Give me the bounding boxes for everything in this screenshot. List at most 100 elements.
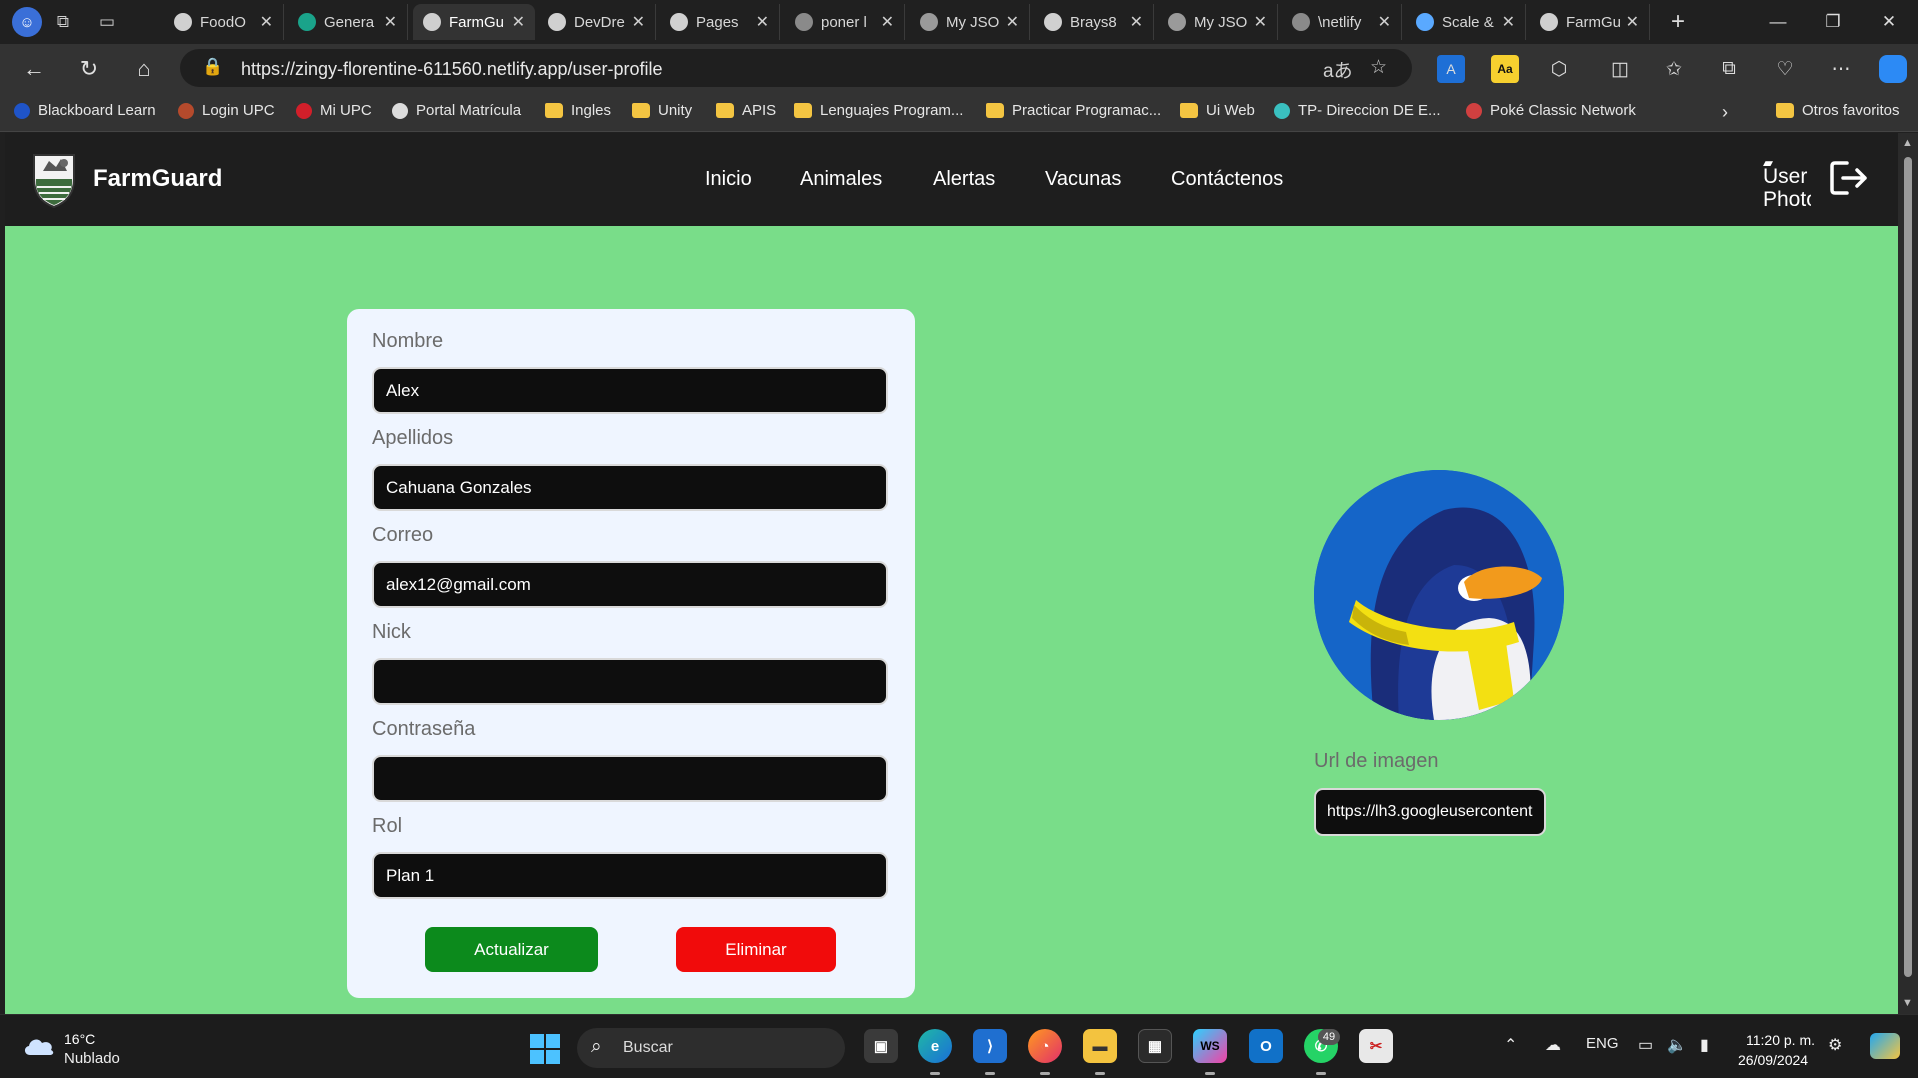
address-bar[interactable]: 🔒 https://zingy-florentine-611560.netlif… [180,49,1412,87]
close-tab-icon[interactable]: ✕ [1378,12,1391,32]
edge-icon[interactable]: e [918,1029,952,1063]
close-tab-icon[interactable]: ✕ [1130,12,1143,32]
bookmarks-overflow-chevron-icon[interactable]: › [1722,102,1728,123]
onedrive-icon[interactable]: ☁ [1545,1035,1561,1055]
bookmark-item[interactable]: Ui Web [1180,102,1255,119]
browser-tab[interactable]: FarmGu ✕ [413,4,535,40]
apellidos-input[interactable] [372,464,888,511]
weather-temperature[interactable]: 16°C [64,1031,95,1047]
taskbar-search[interactable]: ⌕ Buscar [577,1028,845,1068]
profile-avatar[interactable]: ☺ [12,7,42,37]
browser-tab[interactable]: FoodO ✕ [164,4,284,40]
nav-link-inicio[interactable]: Inicio [705,168,752,191]
bookmark-item[interactable]: APIS [716,102,776,119]
battery-icon[interactable]: ▮ [1700,1035,1709,1055]
delete-button[interactable]: Eliminar [676,927,836,972]
show-hidden-icons-chevron-icon[interactable]: ⌃ [1504,1035,1517,1055]
browser-tab[interactable]: Genera ✕ [288,4,408,40]
back-icon[interactable]: ← [19,54,49,84]
reload-icon[interactable]: ↻ [74,54,104,84]
volume-icon[interactable]: 🔈 [1667,1035,1687,1055]
translate-extension-icon[interactable]: A [1437,55,1465,83]
browser-tab[interactable]: My JSO ✕ [910,4,1030,40]
scroll-down-arrow-icon[interactable]: ▼ [1902,997,1913,1009]
close-tab-icon[interactable]: ✕ [1502,12,1515,32]
bookmark-item[interactable]: Practicar Programac... [986,102,1161,119]
address-url[interactable]: https://zingy-florentine-611560.netlify.… [241,59,663,80]
clock-date[interactable]: 26/09/2024 [1738,1052,1808,1068]
close-tab-icon[interactable]: ✕ [1006,12,1019,32]
lock-icon[interactable]: 🔒 [202,57,223,77]
nav-link-alertas[interactable]: Alertas [933,168,995,191]
bookmark-item[interactable]: Mi UPC [296,102,372,119]
browser-tab[interactable]: FarmGu ✕ [1530,4,1650,40]
home-icon[interactable]: ⌂ [129,54,159,84]
favorite-star-icon[interactable]: ☆ [1370,56,1387,79]
more-menu-icon[interactable]: ⋯ [1827,55,1855,83]
weather-condition[interactable]: Nublado [64,1050,120,1067]
network-icon[interactable]: ▭ [1638,1035,1653,1055]
nav-link-vacunas[interactable]: Vacunas [1045,168,1121,191]
dictionary-extension-icon[interactable]: Aa [1491,55,1519,83]
collections-icon[interactable]: ⧉ [1715,55,1743,83]
farmguard-logo[interactable] [31,149,77,209]
page-scrollbar[interactable]: ▲ ▼ [1898,133,1918,1014]
workspaces-icon[interactable]: ⧉ [50,9,76,35]
close-tab-icon[interactable]: ✕ [881,12,894,32]
microsoft-store-icon[interactable]: ▦ [1138,1029,1172,1063]
close-tab-icon[interactable]: ✕ [756,12,769,32]
close-tab-icon[interactable]: ✕ [1626,12,1639,32]
windows-start-icon[interactable] [530,1034,560,1064]
correo-input[interactable] [372,561,888,608]
outlook-icon[interactable]: O [1249,1029,1283,1063]
tab-actions-icon[interactable]: ▭ [94,9,120,35]
bookmark-item[interactable]: Login UPC [178,102,275,119]
bookmark-item[interactable]: Portal Matrícula [392,102,521,119]
close-window-button[interactable]: ✕ [1866,6,1912,38]
webstorm-icon[interactable]: WS [1193,1029,1227,1063]
nombre-input[interactable] [372,367,888,414]
contrasena-input[interactable] [372,755,888,802]
browser-essentials-icon[interactable]: ♡ [1771,55,1799,83]
new-tab-button[interactable]: + [1664,8,1692,36]
input-language[interactable]: ENG [1586,1035,1619,1052]
copilot-taskbar-icon[interactable] [1870,1033,1900,1059]
close-tab-icon[interactable]: ✕ [512,12,525,32]
logout-icon[interactable] [1829,159,1871,197]
scrollbar-thumb[interactable] [1904,157,1912,977]
bookmark-item[interactable]: Lenguajes Program... [794,102,963,119]
nick-input[interactable] [372,658,888,705]
firefox-icon[interactable]: ◔ [1028,1029,1062,1063]
other-bookmarks[interactable]: Otros favoritos [1776,102,1900,119]
notification-bell-icon[interactable]: ⚙ [1828,1035,1842,1055]
close-tab-icon[interactable]: ✕ [384,12,397,32]
split-screen-icon[interactable]: ◫ [1606,55,1634,83]
snipping-tool-icon[interactable]: ✂ [1359,1029,1393,1063]
restore-button[interactable]: ❐ [1810,6,1856,38]
bookmark-item[interactable]: Poké Classic Network [1466,102,1636,119]
favorites-icon[interactable]: ✩ [1660,55,1688,83]
brand-name[interactable]: FarmGuard [93,165,222,193]
nav-link-animales[interactable]: Animales [800,168,882,191]
browser-tab[interactable]: Scale & ✕ [1406,4,1526,40]
image-url-input[interactable] [1314,788,1546,836]
bookmark-item[interactable]: Ingles [545,102,611,119]
cloud-icon[interactable] [22,1034,56,1056]
update-button[interactable]: Actualizar [425,927,598,972]
clock-time[interactable]: 11:20 p. m. [1746,1032,1815,1048]
vscode-icon[interactable]: ⟩ [973,1029,1007,1063]
close-tab-icon[interactable]: ✕ [260,12,273,32]
minimize-button[interactable]: — [1755,6,1801,38]
nav-link-contactenos[interactable]: Contáctenos [1171,168,1283,191]
browser-tab[interactable]: \netlify ✕ [1282,4,1402,40]
browser-tab[interactable]: My JSO ✕ [1158,4,1278,40]
bookmark-item[interactable]: Unity [632,102,692,119]
file-explorer-icon[interactable]: ▬ [1083,1029,1117,1063]
close-tab-icon[interactable]: ✕ [632,12,645,32]
read-aloud-icon[interactable]: aあ [1323,56,1353,83]
browser-tab[interactable]: Brays8 ✕ [1034,4,1154,40]
task-view-icon[interactable]: ▣ [864,1029,898,1063]
scroll-up-arrow-icon[interactable]: ▲ [1902,137,1913,149]
user-photo[interactable]: ▰ User Photo [1763,151,1811,213]
bookmark-item[interactable]: Blackboard Learn [14,102,156,119]
